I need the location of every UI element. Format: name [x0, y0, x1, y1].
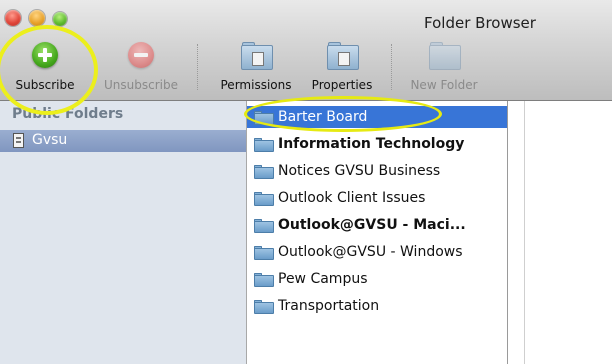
list-item[interactable]: Transportation — [247, 295, 507, 317]
minimize-window-icon[interactable] — [29, 10, 45, 26]
sidebar-item-gvsu[interactable]: Gvsu — [0, 130, 246, 152]
folder-icon — [254, 300, 274, 314]
properties-button[interactable]: Properties — [302, 32, 382, 98]
list-item[interactable]: Notices GVSU Business — [247, 160, 507, 182]
folder-label: Outlook@GVSU - Windows — [278, 244, 463, 260]
folder-label: Transportation — [278, 298, 380, 314]
folder-icon — [254, 138, 274, 152]
properties-label: Properties — [311, 78, 373, 92]
toolbar-separator — [391, 44, 392, 90]
new-folder-icon — [429, 42, 461, 70]
close-window-icon[interactable] — [5, 10, 21, 26]
folder-lock-icon — [241, 42, 273, 70]
folder-label: Outlook Client Issues — [278, 190, 426, 206]
public-folders-sidebar: Public Folders Gvsu — [0, 101, 247, 364]
list-item[interactable]: Information Technology — [247, 133, 507, 155]
remove-circle-icon — [128, 42, 154, 68]
folder-icon — [254, 192, 274, 206]
folder-label: Information Technology — [278, 136, 465, 152]
folder-label: Notices GVSU Business — [278, 163, 441, 179]
column-divider — [524, 101, 525, 364]
folder-list: Barter Board Information Technology Noti… — [247, 101, 508, 364]
zoom-window-icon[interactable] — [53, 12, 67, 26]
permissions-button[interactable]: Permissions — [212, 32, 300, 98]
permissions-label: Permissions — [220, 78, 292, 92]
list-item[interactable]: Pew Campus — [247, 268, 507, 290]
list-item[interactable]: Outlook Client Issues — [247, 187, 507, 209]
folder-label: Pew Campus — [278, 271, 368, 287]
list-item[interactable]: Outlook@GVSU - Windows — [247, 241, 507, 263]
list-item[interactable]: Outlook@GVSU - Maci... — [247, 214, 507, 236]
new-folder-label: New Folder — [410, 78, 478, 92]
folder-info-icon — [327, 42, 359, 70]
folder-icon — [254, 273, 274, 287]
window-title: Folder Browser — [424, 14, 536, 32]
folder-icon — [254, 219, 274, 233]
new-folder-button[interactable]: New Folder — [402, 32, 486, 98]
unsubscribe-label: Unsubscribe — [104, 78, 178, 92]
highlight-ring-barter-board — [244, 96, 442, 132]
highlight-ring-subscribe — [0, 25, 98, 115]
folder-icon — [254, 165, 274, 179]
server-icon — [13, 133, 24, 148]
folder-label: Outlook@GVSU - Maci... — [278, 217, 466, 233]
sidebar-item-label: Gvsu — [32, 132, 68, 148]
toolbar-separator — [197, 44, 198, 90]
folder-icon — [254, 246, 274, 260]
unsubscribe-button[interactable]: Unsubscribe — [100, 32, 182, 98]
